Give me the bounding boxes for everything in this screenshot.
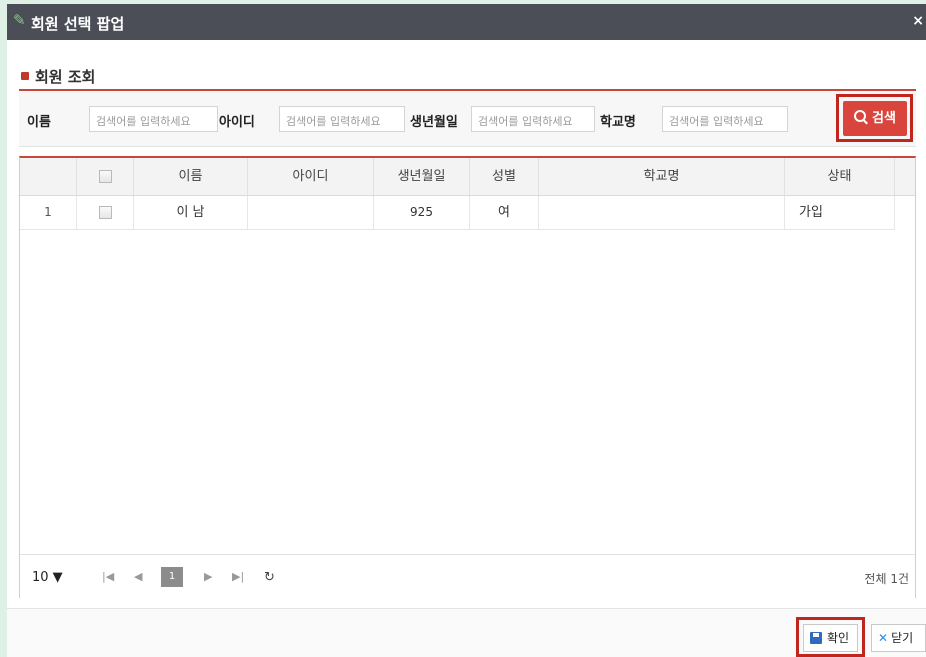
close-x-icon: ✕ xyxy=(878,631,889,645)
col-name[interactable]: 이름 xyxy=(134,158,248,195)
close-button[interactable]: ✕ 닫기 xyxy=(871,624,926,652)
row-select-cell xyxy=(77,196,134,229)
cell-gender: 여 xyxy=(470,196,539,229)
row-number: 1 xyxy=(20,196,77,229)
first-page-icon[interactable]: |◀ xyxy=(102,570,114,583)
refresh-icon[interactable]: ↻ xyxy=(264,570,275,585)
search-button-label: 검색 xyxy=(872,111,896,126)
section-title-label: 회원 조회 xyxy=(35,68,96,86)
col-school[interactable]: 학교명 xyxy=(539,158,785,195)
search-button[interactable]: 검색 xyxy=(843,101,907,136)
school-label: 학교명 xyxy=(600,115,636,130)
pager: 10 ▼ |◀ ◀ 1 ▶ ▶| ↻ 전체 1건 xyxy=(20,554,915,599)
page-size-select[interactable]: 10 ▼ xyxy=(32,570,63,585)
prev-page-icon[interactable]: ◀ xyxy=(134,570,142,583)
id-search-input[interactable]: 검색어를 입력하세요 xyxy=(279,106,405,132)
cell-school xyxy=(539,196,785,229)
col-birthdate[interactable]: 생년월일 xyxy=(374,158,470,195)
name-label: 이름 xyxy=(27,115,51,130)
popup-window: ✎ 회원 선택 팝업 × 회원 조회 이름 검색어를 입력하세요 아이디 검색어… xyxy=(7,4,926,657)
bullet-icon xyxy=(21,71,29,80)
section-title: 회원 조회 xyxy=(21,66,95,87)
footer: 확인 ✕ 닫기 xyxy=(7,608,926,657)
cell-status: 가입 xyxy=(785,196,895,229)
cell-name: 이 남 xyxy=(134,196,248,229)
col-id[interactable]: 아이디 xyxy=(248,158,374,195)
titlebar: ✎ 회원 선택 팝업 × xyxy=(7,4,926,40)
last-page-icon[interactable]: ▶| xyxy=(232,570,244,583)
row-checkbox[interactable] xyxy=(98,206,112,219)
ok-button[interactable]: 확인 xyxy=(803,624,858,652)
ok-button-label: 확인 xyxy=(827,631,850,645)
current-page[interactable]: 1 xyxy=(161,567,183,587)
close-button-label: 닫기 xyxy=(891,631,914,645)
next-page-icon[interactable]: ▶ xyxy=(204,570,212,583)
table-row[interactable]: 1 이 남 925 여 가입 xyxy=(20,196,895,230)
select-all-checkbox[interactable] xyxy=(98,170,112,183)
close-icon[interactable]: × xyxy=(912,13,924,29)
name-search-input[interactable]: 검색어를 입력하세요 xyxy=(89,106,218,132)
search-panel: 이름 검색어를 입력하세요 아이디 검색어를 입력하세요 생년월일 검색어를 입… xyxy=(19,89,916,147)
member-grid: 이름 아이디 생년월일 성별 학교명 상태 1 이 남 925 여 가입 10 … xyxy=(19,156,916,599)
grid-header: 이름 아이디 생년월일 성별 학교명 상태 xyxy=(20,158,915,196)
select-all-cell xyxy=(77,158,134,195)
pencil-icon: ✎ xyxy=(13,11,26,29)
rownum-header xyxy=(20,158,77,195)
cell-id xyxy=(248,196,374,229)
total-count: 전체 1건 xyxy=(864,572,909,586)
col-status[interactable]: 상태 xyxy=(785,158,895,195)
birthdate-search-input[interactable]: 검색어를 입력하세요 xyxy=(471,106,595,132)
grid-scroll-corner xyxy=(897,158,915,195)
search-icon xyxy=(854,110,867,122)
birthdate-label: 생년월일 xyxy=(410,115,458,130)
popup-title: 회원 선택 팝업 xyxy=(31,15,125,33)
id-label: 아이디 xyxy=(219,115,255,130)
cell-birthdate: 925 xyxy=(374,196,470,229)
save-icon xyxy=(810,631,822,644)
col-gender[interactable]: 성별 xyxy=(470,158,539,195)
school-search-input[interactable]: 검색어를 입력하세요 xyxy=(662,106,788,132)
